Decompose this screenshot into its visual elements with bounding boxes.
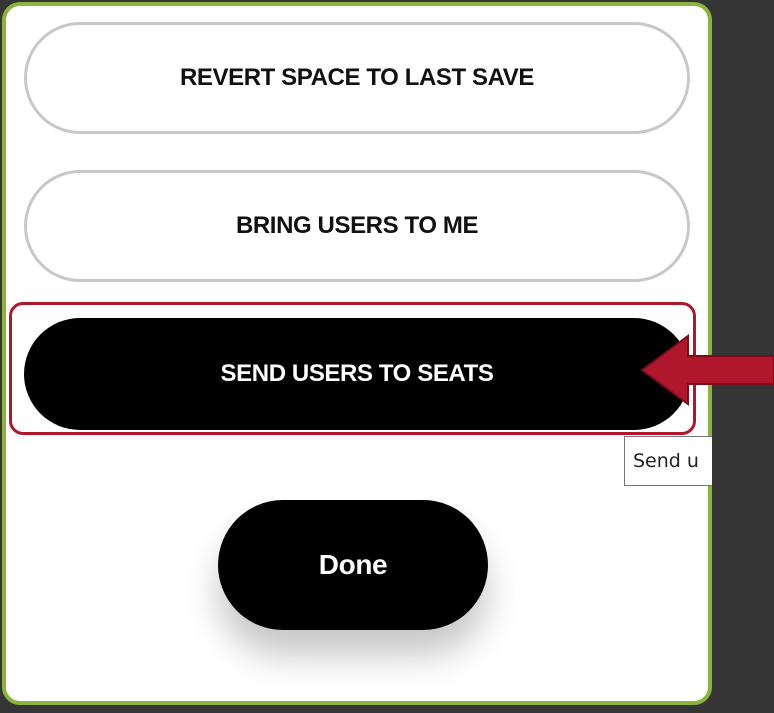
space-actions-dialog: REVERT SPACE TO LAST SAVE BRING USERS TO… <box>2 2 712 705</box>
tooltip-text: Send u <box>633 450 699 472</box>
bring-users-button[interactable]: BRING USERS TO ME <box>24 170 690 282</box>
bring-users-label: BRING USERS TO ME <box>235 212 479 239</box>
done-label: Done <box>318 549 388 580</box>
done-button[interactable]: Done <box>218 500 488 630</box>
tooltip-clip <box>712 430 774 494</box>
send-users-to-seats-button[interactable]: SEND USERS TO SEATS <box>24 318 690 430</box>
left-arrow-icon <box>640 334 774 406</box>
revert-space-button[interactable]: REVERT SPACE TO LAST SAVE <box>24 22 690 134</box>
send-users-label: SEND USERS TO SEATS <box>220 360 494 387</box>
revert-space-label: REVERT SPACE TO LAST SAVE <box>179 64 535 91</box>
